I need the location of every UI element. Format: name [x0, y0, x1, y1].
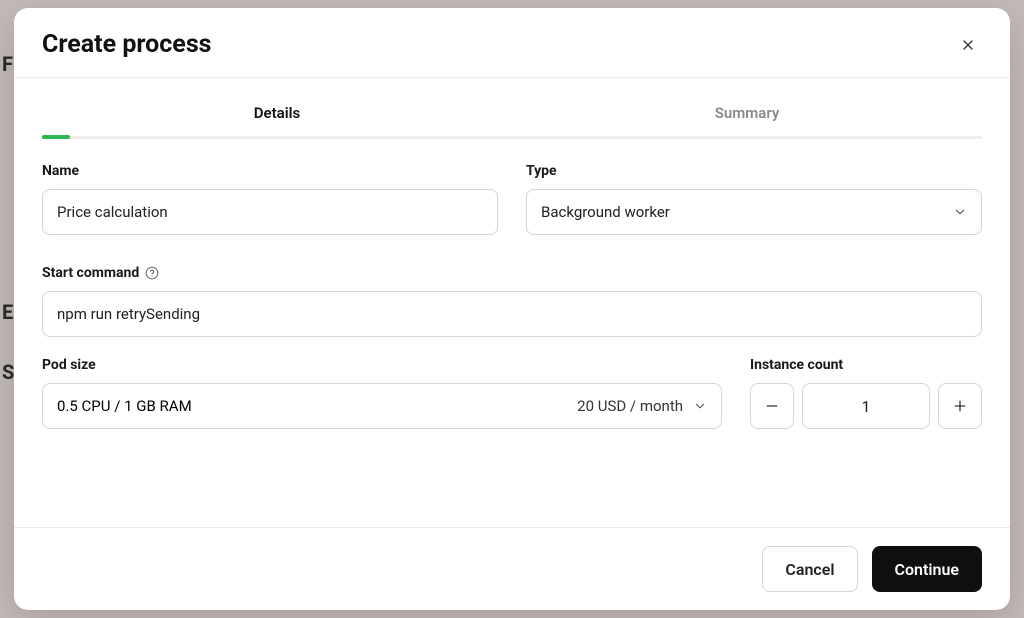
tabs-container: Details Summary — [14, 78, 1010, 139]
close-icon — [960, 37, 976, 53]
modal-footer: Cancel Continue — [14, 527, 1010, 610]
tab-details[interactable]: Details — [42, 96, 512, 136]
minus-icon — [764, 398, 780, 414]
instance-count-stepper: 1 — [750, 383, 982, 429]
modal-title: Create process — [42, 30, 212, 59]
increment-button[interactable] — [938, 383, 982, 429]
type-value: Background worker — [541, 203, 670, 221]
tab-summary[interactable]: Summary — [512, 96, 982, 136]
start-command-input[interactable] — [42, 291, 982, 337]
pod-price-value: 20 USD / month — [577, 397, 683, 415]
chevron-down-icon — [693, 399, 707, 413]
pod-size-select[interactable]: 0.5 CPU / 1 GB RAM 20 USD / month — [42, 383, 722, 429]
modal-body: Name Type Background worker Start comman… — [14, 139, 1010, 527]
type-label: Type — [526, 163, 982, 179]
start-command-label-text: Start command — [42, 265, 139, 281]
background-letter: F — [2, 52, 13, 76]
instance-count-value[interactable]: 1 — [802, 383, 930, 429]
start-command-label: Start command — [42, 265, 982, 281]
close-button[interactable] — [954, 31, 982, 59]
type-select[interactable]: Background worker — [526, 189, 982, 235]
help-icon[interactable] — [145, 266, 159, 280]
name-label: Name — [42, 163, 498, 179]
background-letter: S — [2, 360, 14, 384]
tabs: Details Summary — [42, 96, 982, 139]
modal-header: Create process — [14, 8, 1010, 78]
plus-icon — [952, 398, 968, 414]
tab-progress-indicator — [42, 135, 70, 139]
create-process-modal: Create process Details Summary Name Type… — [14, 8, 1010, 610]
pod-size-value: 0.5 CPU / 1 GB RAM — [57, 397, 192, 415]
pod-size-label: Pod size — [42, 357, 722, 373]
name-input[interactable] — [42, 189, 498, 235]
background-letter: E — [2, 300, 13, 324]
decrement-button[interactable] — [750, 383, 794, 429]
instance-count-label: Instance count — [750, 357, 982, 373]
cancel-button[interactable]: Cancel — [762, 546, 857, 592]
chevron-down-icon — [953, 205, 967, 219]
continue-button[interactable]: Continue — [872, 546, 982, 592]
